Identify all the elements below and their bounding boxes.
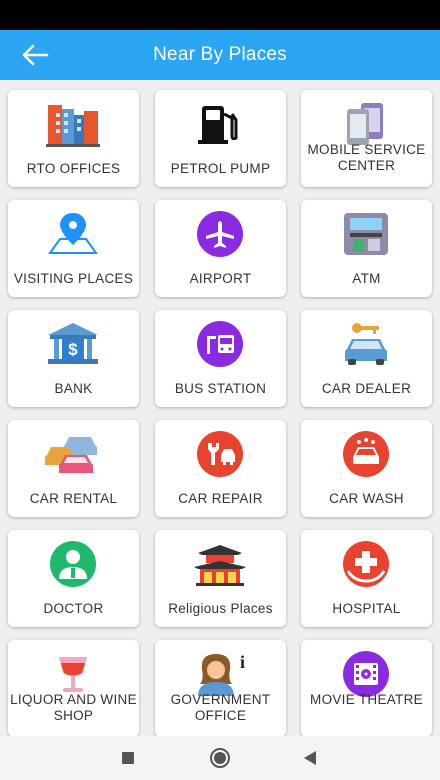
tile-label: DOCTOR [43,600,104,616]
tile-label: VISITING PLACES [13,270,134,286]
svg-text:i: i [240,652,245,672]
back-nav-button[interactable] [300,748,320,768]
tile-label: CAR RENTAL [29,490,118,506]
tile-liquor-and-wine-shop[interactable]: LIQUOR AND WINE SHOP [8,640,139,736]
triangle-left-icon [304,751,316,765]
tile-car-repair[interactable]: CAR REPAIR [155,420,286,517]
tile-label: CAR REPAIR [178,490,263,506]
arrow-left-icon [22,44,49,66]
tile-rto-offices[interactable]: RTO OFFICES [8,90,139,187]
app-bar: Near By Places [0,30,440,80]
hospital-cross-icon [338,540,394,588]
tile-label: MOVIE THEATRE [310,692,423,707]
tile-label: CAR WASH [329,490,404,506]
status-bar [0,0,440,30]
tile-car-wash[interactable]: CAR WASH [301,420,432,517]
tile-bank[interactable]: $ BANK [8,310,139,407]
tile-label: GOVERNMENT OFFICE [170,692,271,723]
tile-religious-places[interactable]: Religious Places [155,530,286,627]
office-building-icon [45,100,101,148]
airplane-icon [192,210,248,258]
fuel-pump-icon [192,100,248,148]
back-button[interactable] [18,41,52,69]
cars-icon [45,430,101,478]
square-icon [122,752,134,764]
map-pin-icon [45,210,101,258]
doctor-icon [45,540,101,588]
tile-label: AIRPORT [189,270,252,286]
bus-station-icon [192,320,248,368]
wine-glass-icon [45,650,101,698]
car-wash-icon [338,430,394,478]
tile-label: MOBILE SERVICE CENTER [307,142,426,173]
tile-label: Religious Places [168,600,273,616]
tile-movie-theatre[interactable]: MOVIE THEATRE [301,640,432,736]
tile-mobile-service-center[interactable]: MOBILE SERVICE CENTER [301,90,432,187]
tile-label: CAR DEALER [321,380,412,396]
places-grid: RTO OFFICES PETROL PUMP MOBILE SERVICE C… [0,80,440,736]
tile-government-office[interactable]: i GOVERNMENT OFFICE [155,640,286,736]
svg-text:$: $ [68,340,78,359]
mobile-phones-icon [338,100,394,148]
tile-label: BANK [54,380,93,396]
page-title: Near By Places [153,44,287,65]
tile-label: HOSPITAL [332,600,401,616]
atm-machine-icon [338,210,394,258]
tile-hospital[interactable]: HOSPITAL [301,530,432,627]
car-wrench-icon [192,430,248,478]
system-nav-bar [0,736,440,780]
tile-car-dealer[interactable]: CAR DEALER [301,310,432,407]
car-key-icon [338,320,394,368]
government-officer-icon: i [192,650,248,698]
tile-petrol-pump[interactable]: PETROL PUMP [155,90,286,187]
tile-label: LIQUOR AND WINE SHOP [10,692,137,723]
recent-apps-button[interactable] [118,748,138,768]
tile-bus-station[interactable]: BUS STATION [155,310,286,407]
tile-visiting-places[interactable]: VISITING PLACES [8,200,139,297]
tile-label: RTO OFFICES [26,160,121,176]
home-button[interactable] [208,746,232,770]
tile-car-rental[interactable]: CAR RENTAL [8,420,139,517]
tile-label: ATM [352,270,381,286]
circle-icon [210,748,230,768]
tile-label: BUS STATION [174,380,267,396]
tile-atm[interactable]: ATM [301,200,432,297]
temple-icon [192,540,248,588]
bank-icon: $ [45,320,101,368]
tile-label: PETROL PUMP [170,160,271,176]
movie-film-icon [338,650,394,698]
tile-doctor[interactable]: DOCTOR [8,530,139,627]
tile-airport[interactable]: AIRPORT [155,200,286,297]
